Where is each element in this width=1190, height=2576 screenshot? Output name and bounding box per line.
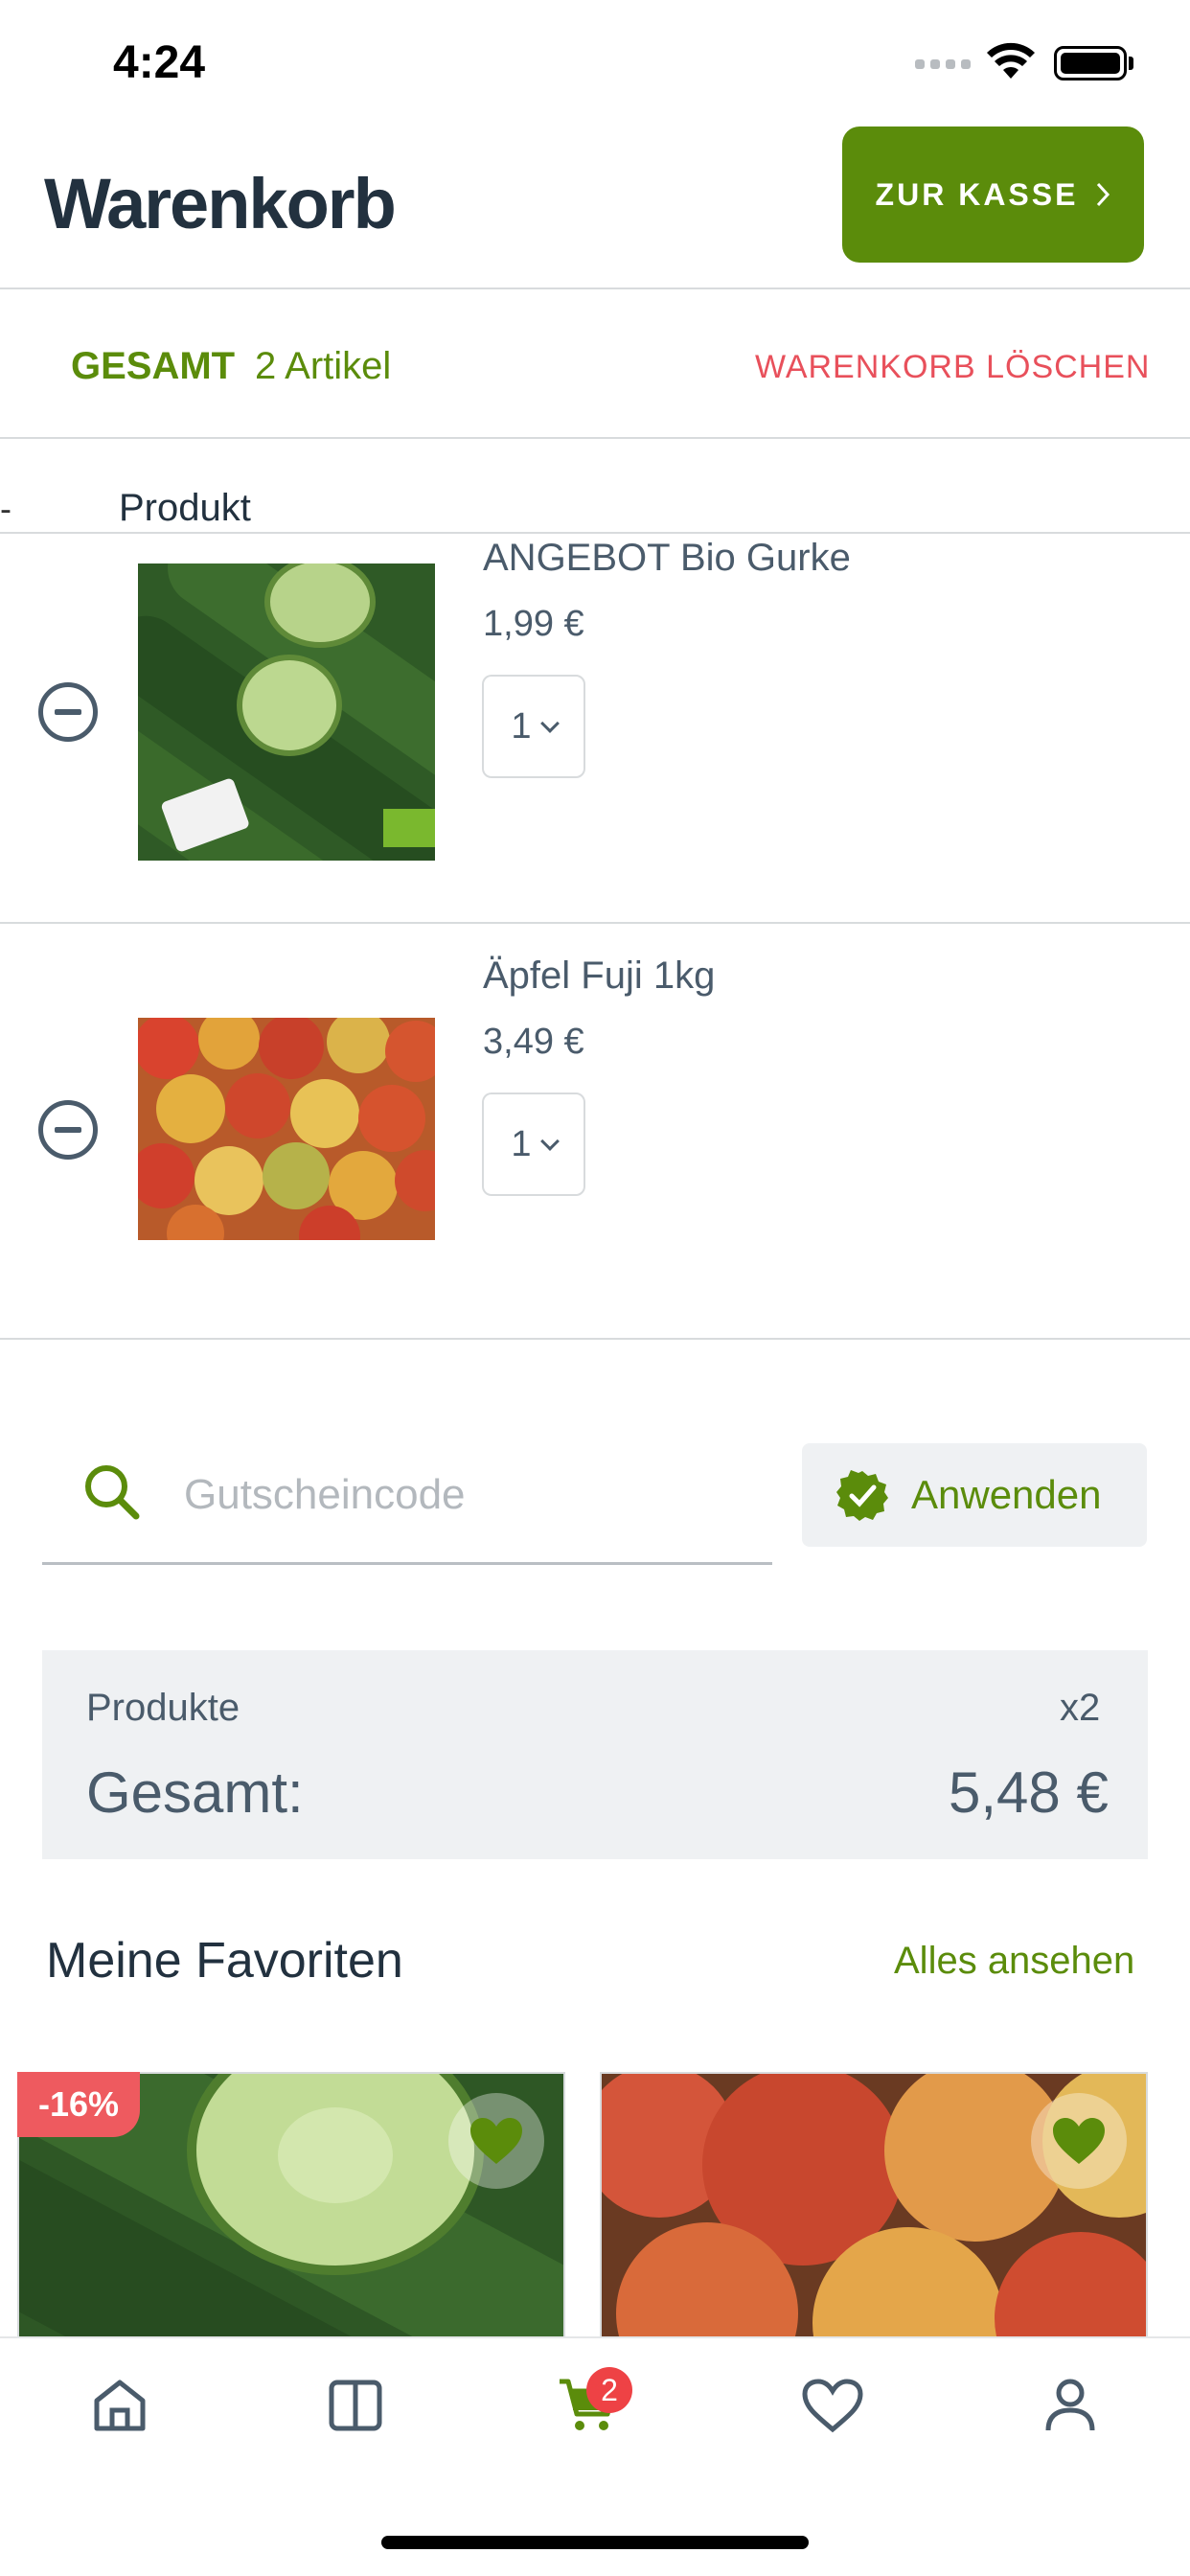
battery-tip [1129, 57, 1133, 70]
item-name[interactable]: Äpfel Fuji 1kg [483, 954, 715, 998]
cart-badge: 2 [586, 2367, 632, 2413]
artikel-count: 2 Artikel [255, 345, 392, 387]
remove-item-button[interactable] [38, 1100, 98, 1160]
tab-catalog[interactable] [303, 2367, 408, 2444]
home-icon [94, 2380, 146, 2431]
summary-produkte-label: Produkte [86, 1687, 240, 1729]
item-name[interactable]: ANGEBOT Bio Gurke [483, 537, 851, 580]
product-image-apples [138, 1018, 435, 1240]
header-divider [0, 288, 1190, 289]
tab-favorites[interactable] [780, 2367, 885, 2444]
see-all-link[interactable]: Alles ansehen [894, 1940, 1134, 1983]
item-price: 1,99 € [483, 604, 584, 644]
summary-divider [0, 437, 1190, 439]
clear-cart-button[interactable]: WARENKORB LÖSCHEN [755, 349, 1150, 386]
summary-produkte-count: x2 [1060, 1687, 1101, 1729]
column-dash: - [0, 489, 11, 528]
quantity-select[interactable]: 1 [482, 1092, 585, 1196]
remove-item-button[interactable] [38, 682, 98, 742]
user-icon [1045, 2379, 1095, 2431]
heart-icon [802, 2379, 863, 2433]
quantity-value: 1 [511, 1123, 532, 1164]
chevron-right-icon [1097, 182, 1110, 207]
gesamt-label: GESAMT [71, 345, 236, 387]
chevron-down-icon [539, 714, 560, 733]
item-divider [0, 1338, 1190, 1340]
checkout-button-label: ZUR KASSE [875, 176, 1079, 212]
quantity-select[interactable]: 1 [482, 675, 585, 778]
catalog-icon [329, 2380, 382, 2431]
order-summary [42, 1650, 1148, 1859]
quantity-value: 1 [511, 705, 532, 747]
product-image-cucumber [138, 564, 435, 861]
search-icon [85, 1465, 140, 1520]
heart-filled-icon [470, 2118, 522, 2164]
status-time: 4:24 [113, 37, 206, 88]
tab-account[interactable] [1018, 2367, 1123, 2444]
verified-check-icon [836, 1470, 888, 1521]
chevron-down-icon [539, 1132, 560, 1151]
page-title: Warenkorb [44, 164, 397, 243]
home-indicator [381, 2536, 809, 2549]
tab-home[interactable] [67, 2367, 172, 2444]
battery-icon [1054, 46, 1127, 80]
wifi-icon [987, 42, 1035, 79]
column-divider [0, 532, 1190, 534]
cellular-signal-icon [915, 59, 973, 75]
apply-coupon-label: Anwenden [911, 1472, 1102, 1517]
favorite-toggle-button[interactable] [448, 2093, 544, 2189]
favorites-title: Meine Favoriten [46, 1933, 403, 1989]
heart-filled-icon [1053, 2118, 1105, 2164]
discount-badge: -16% [17, 2072, 140, 2137]
item-price: 3,49 € [483, 1022, 584, 1062]
coupon-code-input[interactable] [182, 1457, 757, 1533]
coupon-underline [42, 1562, 772, 1565]
favorite-toggle-button[interactable] [1031, 2093, 1127, 2189]
summary-gesamt-label: Gesamt: [86, 1760, 304, 1825]
column-header-product: Produkt [119, 487, 251, 529]
summary-total: 5,48 € [949, 1760, 1109, 1825]
apply-coupon-button[interactable]: Anwenden [802, 1443, 1147, 1547]
checkout-button[interactable]: ZUR KASSE [842, 126, 1144, 263]
item-divider [0, 922, 1190, 924]
